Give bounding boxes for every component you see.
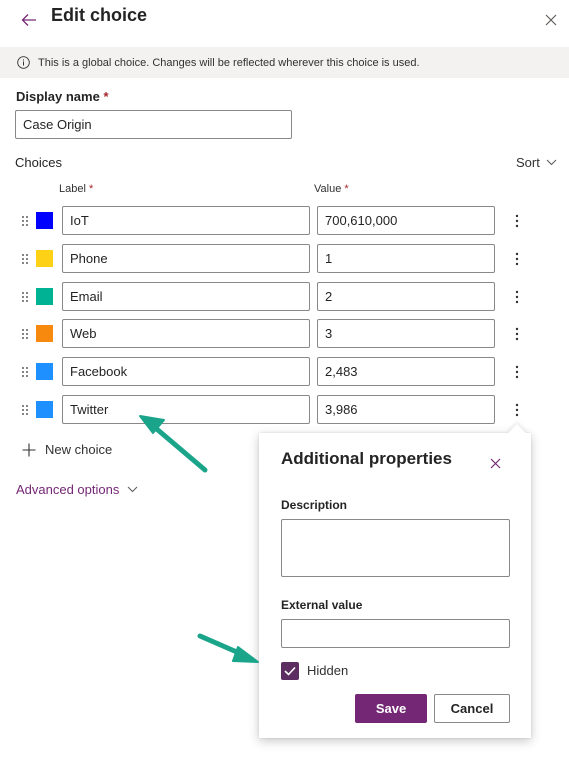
back-button[interactable] bbox=[18, 9, 40, 31]
annotation-arrow-hidden bbox=[197, 633, 259, 663]
more-options-icon[interactable] bbox=[509, 399, 525, 421]
more-options-icon[interactable] bbox=[509, 323, 525, 345]
choice-label-input[interactable] bbox=[62, 244, 310, 273]
choice-value-input[interactable] bbox=[317, 206, 495, 235]
choice-row bbox=[0, 357, 569, 387]
close-icon bbox=[545, 14, 557, 26]
display-name-input[interactable] bbox=[15, 110, 292, 139]
color-swatch[interactable] bbox=[36, 250, 53, 267]
choice-value-input[interactable] bbox=[317, 282, 495, 311]
popup-close-button[interactable] bbox=[486, 454, 504, 472]
info-banner: This is a global choice. Changes will be… bbox=[0, 47, 569, 78]
choice-label-input[interactable] bbox=[62, 282, 310, 311]
more-options-icon[interactable] bbox=[509, 248, 525, 270]
popup-surface bbox=[259, 433, 531, 738]
chevron-down-icon bbox=[127, 486, 138, 493]
display-name-label: Display name * bbox=[16, 89, 109, 104]
choice-row bbox=[0, 395, 569, 425]
plus-icon bbox=[22, 443, 36, 456]
choice-label-input[interactable] bbox=[62, 319, 310, 348]
close-button[interactable] bbox=[541, 10, 561, 30]
page-title: Edit choice bbox=[51, 5, 148, 25]
chevron-down-icon bbox=[546, 159, 557, 166]
sort-button[interactable]: Sort bbox=[516, 155, 557, 170]
banner-text: This is a global choice. Changes will be… bbox=[38, 56, 420, 69]
required-mark: * bbox=[103, 89, 109, 104]
save-button[interactable]: Save bbox=[355, 694, 427, 723]
info-icon bbox=[16, 56, 30, 70]
choice-value-input[interactable] bbox=[317, 319, 495, 348]
choice-label-input[interactable] bbox=[62, 395, 310, 424]
value-column-header: Value * bbox=[314, 183, 349, 195]
more-options-icon[interactable] bbox=[509, 361, 525, 383]
color-swatch[interactable] bbox=[36, 212, 53, 229]
color-swatch[interactable] bbox=[36, 363, 53, 380]
choice-value-input[interactable] bbox=[317, 395, 495, 424]
choice-row bbox=[0, 206, 569, 236]
close-icon bbox=[490, 458, 500, 468]
checkmark-icon bbox=[284, 666, 296, 676]
choice-value-input[interactable] bbox=[317, 357, 495, 386]
more-options-icon[interactable] bbox=[509, 210, 525, 232]
color-swatch[interactable] bbox=[36, 288, 53, 305]
popup-title: Additional properties bbox=[281, 449, 452, 468]
choice-label-input[interactable] bbox=[62, 206, 310, 235]
drag-handle-icon[interactable] bbox=[21, 215, 29, 227]
external-value-label: External value bbox=[281, 598, 363, 612]
advanced-options-toggle[interactable]: Advanced options bbox=[16, 482, 138, 497]
choice-row bbox=[0, 282, 569, 312]
choices-section-label: Choices bbox=[15, 155, 62, 170]
drag-handle-icon[interactable] bbox=[21, 328, 29, 340]
new-choice-label: New choice bbox=[45, 442, 113, 457]
external-value-input[interactable] bbox=[281, 619, 510, 648]
drag-handle-icon[interactable] bbox=[21, 404, 29, 416]
color-swatch[interactable] bbox=[36, 401, 53, 418]
drag-handle-icon[interactable] bbox=[21, 291, 29, 303]
cancel-button[interactable]: Cancel bbox=[434, 694, 510, 723]
choice-row bbox=[0, 244, 569, 274]
drag-handle-icon[interactable] bbox=[21, 253, 29, 265]
popup-beak-cover bbox=[259, 433, 531, 445]
new-choice-button[interactable]: New choice bbox=[22, 442, 112, 457]
sort-label: Sort bbox=[516, 155, 540, 170]
color-swatch[interactable] bbox=[36, 325, 53, 342]
description-label: Description bbox=[281, 498, 348, 512]
hidden-checkbox[interactable] bbox=[281, 662, 299, 680]
drag-handle-icon[interactable] bbox=[21, 366, 29, 378]
choice-label-input[interactable] bbox=[62, 357, 310, 386]
label-column-header: Label * bbox=[59, 183, 94, 195]
more-options-icon[interactable] bbox=[509, 286, 525, 308]
arrow-left-icon bbox=[21, 14, 36, 26]
hidden-label: Hidden bbox=[307, 663, 349, 678]
choice-row bbox=[0, 319, 569, 349]
choice-value-input[interactable] bbox=[317, 244, 495, 273]
description-textarea[interactable] bbox=[281, 519, 510, 577]
advanced-options-label: Advanced options bbox=[16, 482, 120, 497]
